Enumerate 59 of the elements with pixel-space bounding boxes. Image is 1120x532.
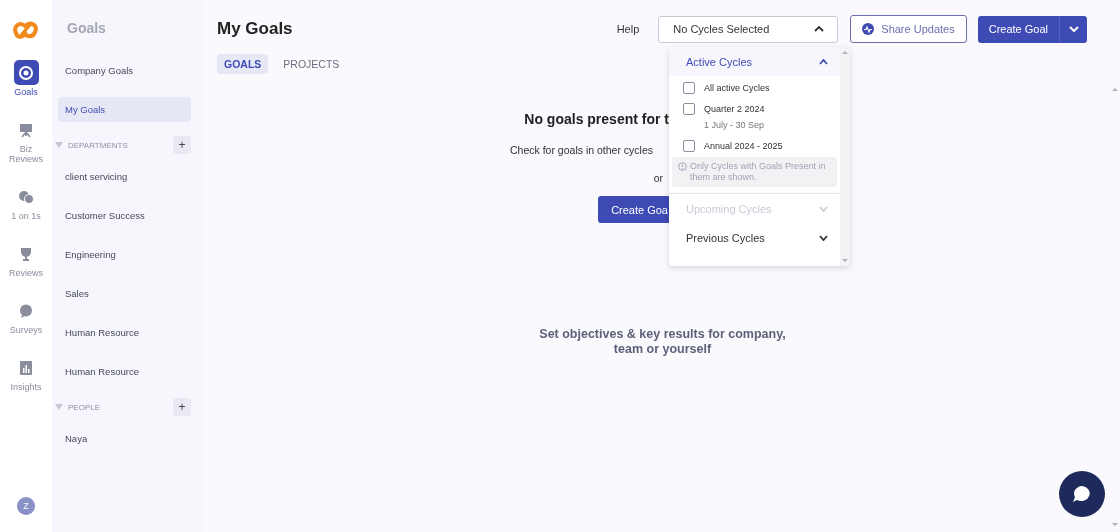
checkbox[interactable] xyxy=(683,103,695,115)
cycle-select[interactable]: No Cycles Selected xyxy=(658,15,839,43)
pulse-icon xyxy=(862,23,875,35)
sidebar-item[interactable]: Company Goals xyxy=(58,58,191,83)
nav-item[interactable]: Insights xyxy=(0,355,52,392)
sidebar-item[interactable]: Human Resource xyxy=(58,320,191,345)
page-title: My Goals xyxy=(217,19,293,39)
nav-item[interactable]: Reviews xyxy=(0,241,52,278)
create-goal-button[interactable]: Create Goa xyxy=(598,196,669,223)
easel-icon xyxy=(18,121,34,138)
or-text: or xyxy=(653,172,663,184)
sidebar-item[interactable]: client servicing xyxy=(58,164,191,189)
share-updates-button[interactable]: Share Updates xyxy=(850,15,967,43)
nav-item[interactable]: Surveys xyxy=(0,298,52,335)
option-label: Quarter 2 2024 xyxy=(704,104,765,114)
help-link[interactable]: Help xyxy=(616,23,640,35)
option-label: All active Cycles xyxy=(704,83,770,93)
trophy-icon xyxy=(18,245,34,262)
sidebar-item[interactable]: Customer Success xyxy=(58,203,191,228)
section-heading: PEOPLE xyxy=(68,402,101,412)
cycle-group-header[interactable]: Active Cycles xyxy=(669,47,840,76)
sidebar-item[interactable]: My Goals xyxy=(58,97,191,122)
chevron-up-icon xyxy=(819,58,828,65)
chat-bubble-icon xyxy=(1073,486,1091,502)
checkbox[interactable] xyxy=(683,140,695,152)
chevron-down-icon xyxy=(1068,26,1079,32)
create-goal-button[interactable]: Create Goal xyxy=(977,15,1059,43)
chevron-down-icon xyxy=(819,234,828,241)
chat-button[interactable] xyxy=(1059,471,1105,517)
checkbox[interactable] xyxy=(683,82,695,94)
sidebar-item[interactable]: Naya xyxy=(58,426,191,451)
chat-icon xyxy=(18,188,34,205)
option-label: Annual 2024 - 2025 xyxy=(704,141,783,151)
nav-item[interactable]: Biz Reviews xyxy=(0,117,52,164)
nav-item[interactable]: Goals xyxy=(0,60,52,97)
tab[interactable]: GOALS xyxy=(217,54,269,74)
cycle-group-header[interactable]: Previous Cycles xyxy=(669,223,840,252)
nav-item[interactable]: 1 on 1s xyxy=(0,184,52,221)
tab[interactable]: PROJECTS xyxy=(276,54,347,74)
tagline: Set objectives & key results for company, team or yourself xyxy=(538,327,787,357)
add-button[interactable]: + xyxy=(173,398,191,416)
dropdown-button[interactable] xyxy=(1059,15,1087,43)
chevron-down-icon xyxy=(819,205,828,212)
sidebar-item[interactable]: Sales xyxy=(58,281,191,306)
section-heading: DEPARTMENTS xyxy=(68,140,129,150)
option-dates: 1 July - 30 Sep xyxy=(704,120,765,130)
empty-hint: Check for goals in other cycles xyxy=(510,144,653,156)
note-text: Only Cycles with Goals Present in them are shown. xyxy=(690,161,827,183)
info-icon xyxy=(678,162,687,171)
add-button[interactable]: + xyxy=(173,136,191,154)
sidebar-title: Goals xyxy=(66,20,107,36)
sidebar-item[interactable]: Engineering xyxy=(58,242,191,267)
target-icon xyxy=(18,64,34,81)
empty-heading: No goals present for t xyxy=(524,111,669,127)
speech-bubble-icon xyxy=(18,302,34,319)
sidebar-item[interactable]: Human Resource xyxy=(58,359,191,384)
logo-icon xyxy=(13,19,39,41)
chevron-up-icon xyxy=(814,26,825,32)
bar-chart-icon xyxy=(18,359,34,376)
